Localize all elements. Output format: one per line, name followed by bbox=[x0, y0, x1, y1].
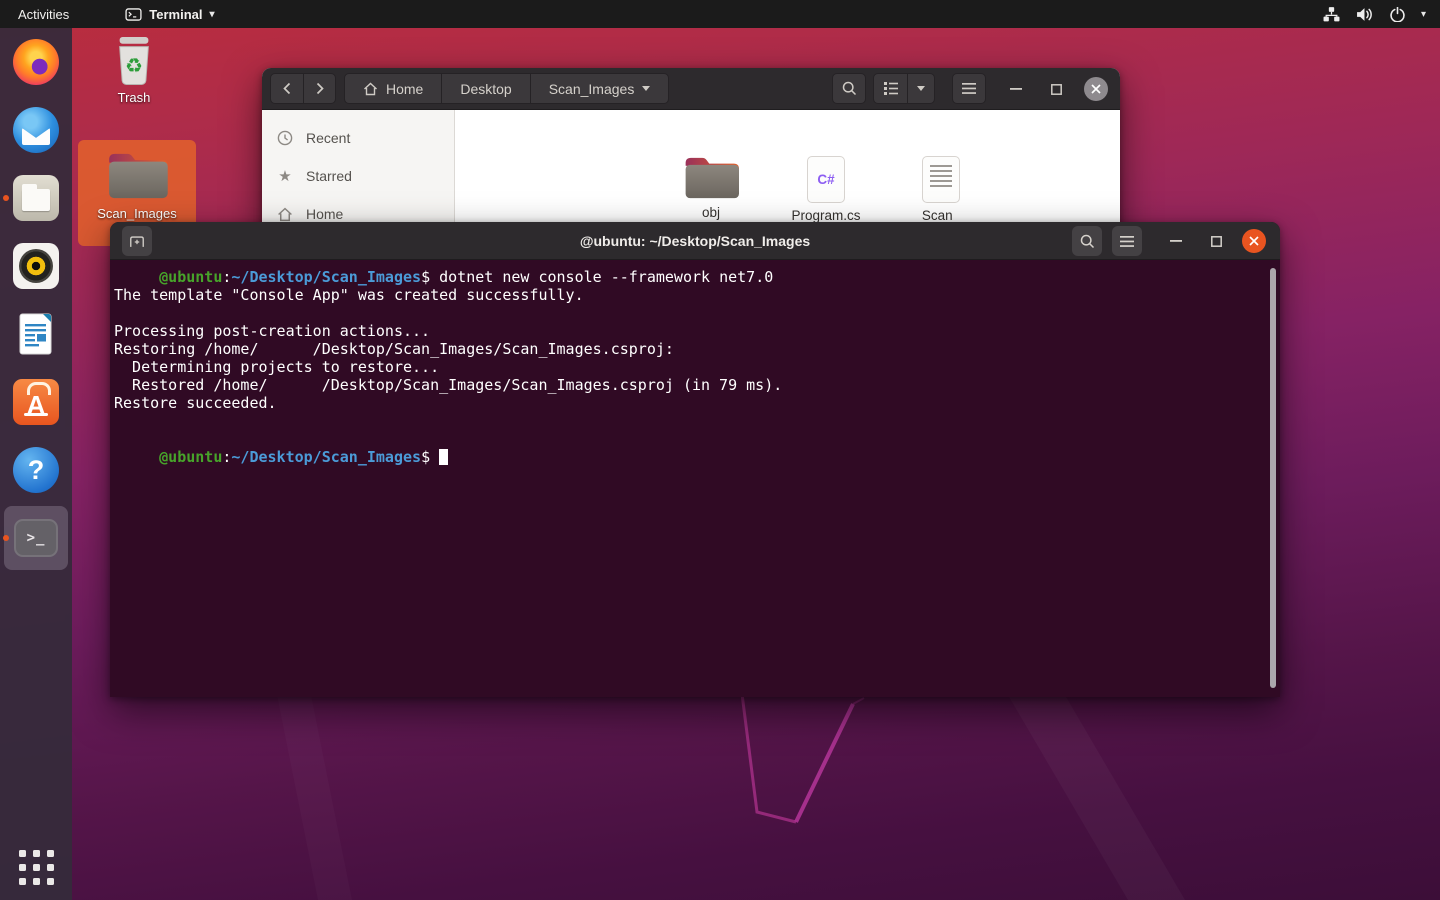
terminal-menu-button[interactable] bbox=[1112, 226, 1142, 256]
close-icon bbox=[1249, 236, 1259, 246]
files-header-bar: Home Desktop Scan_Images bbox=[262, 68, 1120, 110]
show-applications-button[interactable] bbox=[0, 843, 72, 891]
maximize-icon bbox=[1211, 236, 1222, 247]
home-icon bbox=[363, 82, 378, 96]
terminal-maximize-button[interactable] bbox=[1204, 229, 1228, 253]
folder-icon bbox=[683, 156, 739, 200]
search-icon bbox=[1080, 234, 1095, 249]
volume-icon bbox=[1356, 7, 1374, 22]
list-view-button[interactable] bbox=[874, 74, 907, 103]
terminal-output[interactable]: @ubuntu:~/Desktop/Scan_Images$ dotnet ne… bbox=[110, 260, 1280, 697]
terminal-close-button[interactable] bbox=[1242, 229, 1266, 253]
files-maximize-button[interactable] bbox=[1044, 77, 1068, 101]
close-icon bbox=[1091, 84, 1101, 94]
terminal-window: @ubuntu: ~/Desktop/Scan_Images bbox=[110, 222, 1280, 697]
chevron-down-icon: ▾ bbox=[210, 9, 215, 20]
running-indicator bbox=[3, 535, 9, 541]
files-menu-button[interactable] bbox=[952, 73, 986, 104]
terminal-search-button[interactable] bbox=[1072, 226, 1102, 256]
dock-item-files[interactable] bbox=[0, 174, 72, 222]
dock-item-terminal[interactable]: >_ bbox=[0, 514, 72, 562]
search-button[interactable] bbox=[832, 73, 866, 104]
chevron-right-icon bbox=[316, 82, 324, 95]
dock-item-ubuntu-software[interactable]: A bbox=[0, 378, 72, 426]
minimize-icon bbox=[1010, 88, 1022, 90]
clock-icon bbox=[277, 130, 293, 146]
folder-icon bbox=[106, 152, 168, 200]
top-bar: Activities Terminal ▾ bbox=[0, 0, 1440, 28]
chevron-down-icon: ▾ bbox=[1421, 9, 1426, 20]
dock: A ? >_ bbox=[0, 28, 72, 900]
minimize-icon bbox=[1170, 240, 1182, 242]
trash-label: Trash bbox=[118, 90, 151, 105]
path-segment-scan-images[interactable]: Scan_Images bbox=[530, 74, 669, 103]
new-tab-icon bbox=[129, 235, 145, 248]
terminal-icon bbox=[125, 8, 142, 21]
list-view-icon bbox=[884, 82, 898, 95]
terminal-header-bar: @ubuntu: ~/Desktop/Scan_Images bbox=[110, 222, 1280, 260]
terminal-minimize-button[interactable] bbox=[1164, 229, 1188, 253]
hamburger-icon bbox=[962, 83, 976, 94]
chevron-down-icon bbox=[917, 86, 925, 91]
nav-buttons bbox=[270, 73, 336, 104]
text-file-icon bbox=[922, 156, 960, 203]
sidebar-item-recent[interactable]: Recent bbox=[262, 119, 454, 157]
power-icon bbox=[1390, 7, 1405, 22]
maximize-icon bbox=[1051, 84, 1062, 95]
scan-images-label: Scan_Images bbox=[97, 206, 177, 221]
svg-text:♻: ♻ bbox=[125, 55, 143, 77]
show-apps-grid-icon bbox=[19, 850, 54, 885]
dock-item-firefox[interactable] bbox=[0, 38, 72, 86]
ubuntu-software-icon: A bbox=[13, 379, 59, 425]
trash-icon: ♻ bbox=[111, 36, 157, 86]
network-icon bbox=[1323, 7, 1340, 22]
desktop-icon-trash[interactable]: ♻ Trash bbox=[92, 36, 176, 105]
home-icon bbox=[277, 207, 293, 222]
terminal-scrollbar[interactable] bbox=[1270, 268, 1276, 688]
path-segment-home[interactable]: Home bbox=[345, 74, 441, 103]
chevron-left-icon bbox=[283, 82, 291, 95]
system-status-area[interactable]: ▾ bbox=[1323, 0, 1440, 28]
files-minimize-button[interactable] bbox=[1004, 77, 1028, 101]
thunderbird-icon bbox=[13, 107, 59, 153]
terminal-title: @ubuntu: ~/Desktop/Scan_Images bbox=[110, 222, 1280, 260]
sidebar-item-starred[interactable]: ★ Starred bbox=[262, 157, 454, 195]
libreoffice-writer-icon bbox=[13, 311, 59, 357]
file-item-obj[interactable]: obj bbox=[665, 156, 757, 221]
csharp-file-icon: C# bbox=[807, 156, 845, 203]
firefox-icon bbox=[13, 39, 59, 85]
files-close-button[interactable] bbox=[1084, 77, 1108, 101]
dock-item-rhythmbox[interactable] bbox=[0, 242, 72, 290]
new-tab-button[interactable] bbox=[122, 226, 152, 256]
rhythmbox-icon bbox=[13, 243, 59, 289]
chevron-down-icon bbox=[642, 86, 650, 91]
forward-button[interactable] bbox=[303, 74, 335, 103]
terminal-icon: >_ bbox=[14, 519, 58, 557]
ubuntu-desktop: ♻ Trash Scan_Images bbox=[0, 0, 1440, 900]
activities-button[interactable]: Activities bbox=[0, 0, 87, 28]
running-indicator bbox=[3, 195, 9, 201]
view-toggle-button bbox=[873, 73, 935, 104]
app-menu-terminal[interactable]: Terminal ▾ bbox=[115, 0, 224, 28]
file-label: obj bbox=[702, 205, 720, 221]
view-options-button[interactable] bbox=[907, 74, 934, 103]
path-segment-desktop[interactable]: Desktop bbox=[441, 74, 529, 103]
hamburger-icon bbox=[1120, 236, 1134, 247]
file-item-program-cs[interactable]: C# Program.cs bbox=[780, 156, 872, 224]
path-bar: Home Desktop Scan_Images bbox=[344, 73, 669, 104]
dock-item-thunderbird[interactable] bbox=[0, 106, 72, 154]
dock-item-libreoffice-writer[interactable] bbox=[0, 310, 72, 358]
help-icon: ? bbox=[13, 447, 59, 493]
dock-item-help[interactable]: ? bbox=[0, 446, 72, 494]
files-icon bbox=[13, 175, 59, 221]
search-icon bbox=[842, 81, 857, 96]
back-button[interactable] bbox=[271, 74, 303, 103]
star-icon: ★ bbox=[277, 167, 293, 185]
